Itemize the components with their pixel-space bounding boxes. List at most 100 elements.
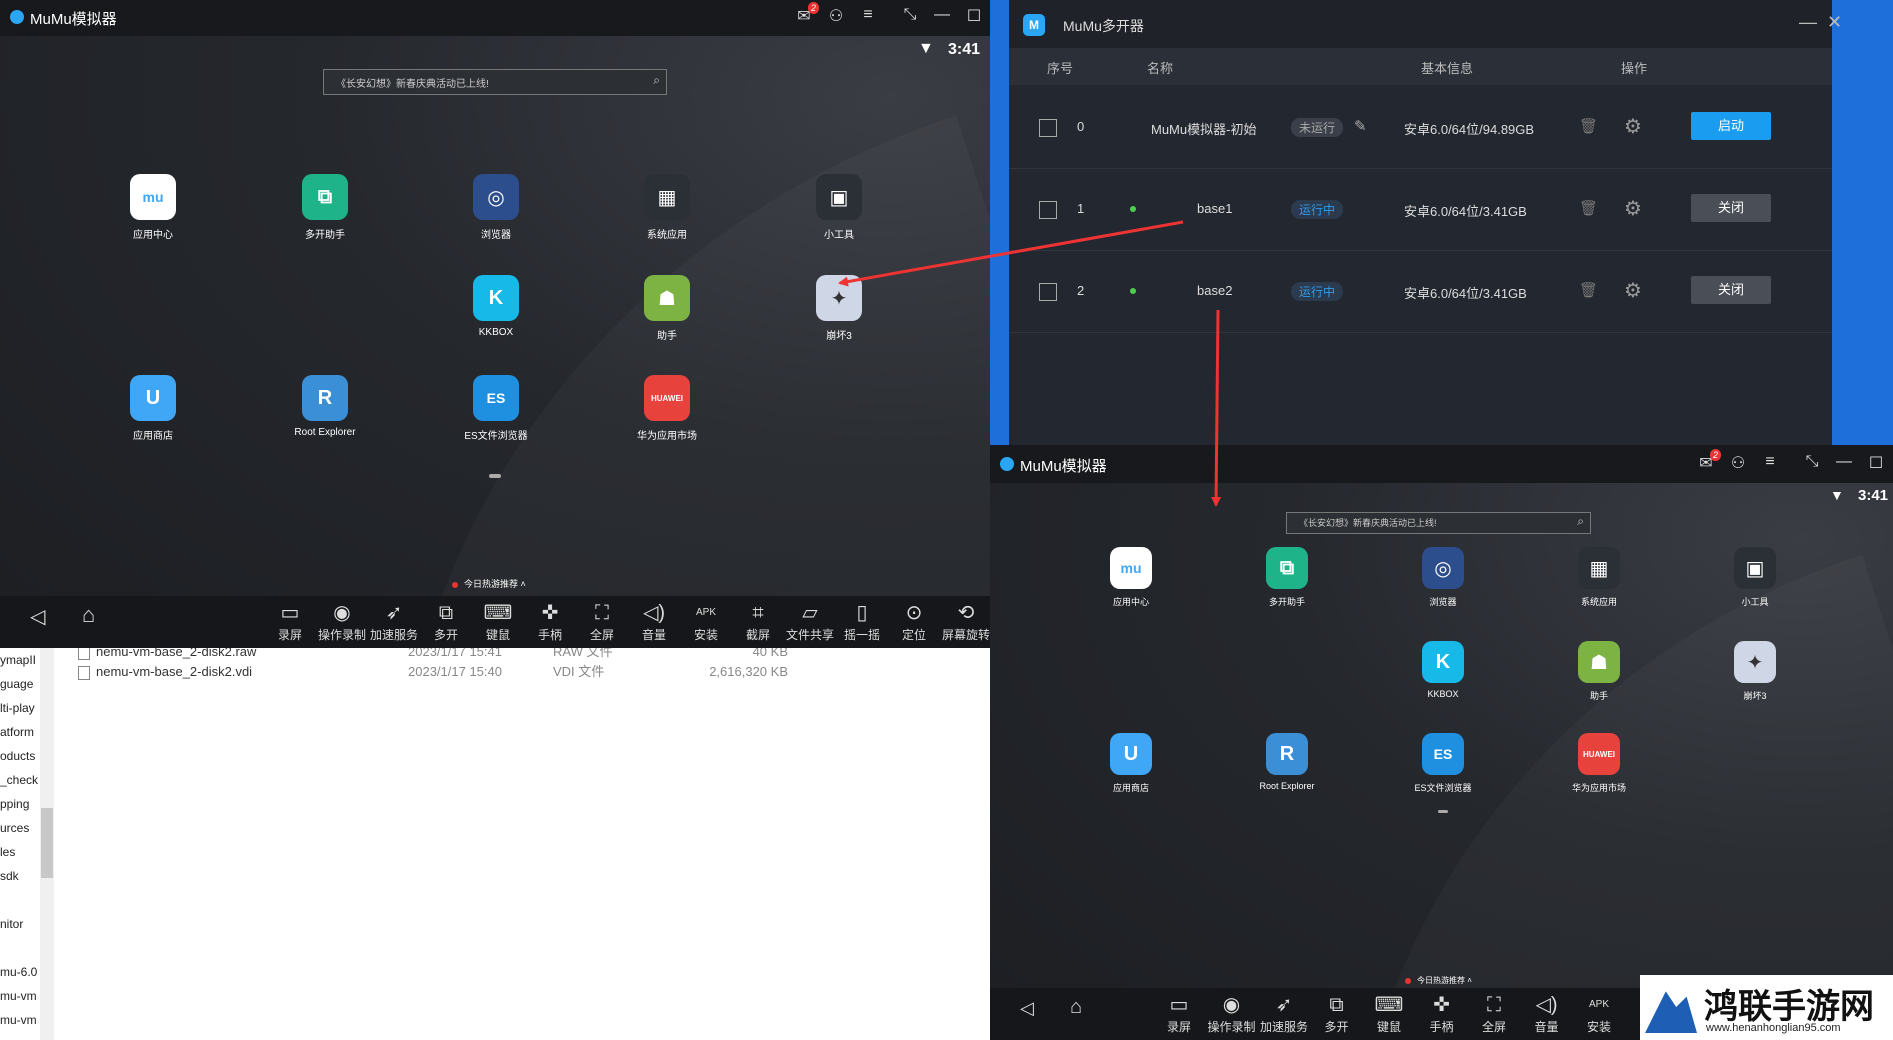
home-icon[interactable]: ⌂ [1070,996,1082,1019]
toolbar-macro-record-button[interactable]: ◉ 操作录制 [315,600,369,648]
folder-tree-item[interactable]: nitor [0,912,40,936]
toolbar-apk-button[interactable]: APK 安装 [679,600,733,648]
app-compass[interactable]: ◎ 浏览器 [1388,547,1498,608]
instance-checkbox[interactable] [1039,201,1057,219]
maximize-icon[interactable]: ☐ [965,6,983,26]
window-shrink-icon[interactable]: ⤡ [1803,453,1821,473]
window-shrink-icon[interactable]: ⤡ [901,6,919,26]
app-tools[interactable]: ▣ 小工具 [784,174,894,241]
file-row[interactable]: nemu-vm-base_2-disk2.raw 2023/1/17 15:41 R… [78,648,788,662]
toolbar-macro-record-button[interactable]: ◉ 操作录制 [1205,992,1259,1040]
app-root-explorer[interactable]: R Root Explorer [270,375,380,438]
trash-icon[interactable]: 🗑︎ [1579,117,1598,135]
folder-tree-item[interactable]: atform [0,720,40,744]
toolbar-gamepad-button[interactable]: ✜ 手柄 [523,600,577,648]
start-instance-button[interactable]: 启动 [1691,112,1771,140]
search-icon[interactable]: ⌕ [1577,514,1584,529]
folder-tree-item[interactable]: mu-6.0 [0,960,40,984]
folder-tree-item[interactable]: sdk [0,864,40,888]
app-kkbox[interactable]: K KKBOX [1388,641,1498,699]
app-multi-open[interactable]: ⧉ 多开助手 [1232,547,1342,608]
search-icon[interactable]: ⌕ [653,73,660,88]
folder-tree-item[interactable]: ymapII [0,648,40,672]
folder-tree-item[interactable]: lti-play [0,696,40,720]
folder-tree-item[interactable]: pping [0,792,40,816]
toolbar-crop-button[interactable]: ⌗ 截屏 [731,600,785,648]
minimize-icon[interactable]: — [1835,453,1853,473]
close-icon[interactable]: ✕ [1827,12,1842,33]
app-app-center[interactable]: mu 应用中心 [98,174,208,241]
toolbar-location-button[interactable]: ⊙ 定位 [887,600,941,648]
menu-icon[interactable]: ≡ [1761,453,1779,473]
toolbar-keyboard-button[interactable]: ⌨ 键鼠 [471,600,525,648]
toolbar-multi-button[interactable]: ⧉ 多开 [419,600,473,648]
search-input[interactable]: 《长安幻想》新春庆典活动已上线! ⌕ [323,69,667,95]
user-icon[interactable]: ⚇ [1729,453,1747,473]
gear-icon[interactable]: ⚙ [1624,196,1642,221]
search-input[interactable]: 《长安幻想》新春庆典活动已上线! ⌕ [1286,512,1591,534]
toolbar-rocket-button[interactable]: ➶ 加速服务 [367,600,421,648]
instance-checkbox[interactable] [1039,119,1057,137]
app-kkbox[interactable]: K KKBOX [441,275,551,338]
back-icon[interactable]: ◁ [1020,998,1034,1019]
app-es-explorer[interactable]: ES ES文件浏览器 [1388,733,1498,794]
folder-tree-item[interactable]: _check [0,768,40,792]
toolbar-rocket-button[interactable]: ➶ 加速服务 [1257,992,1311,1040]
scrollbar-thumb[interactable] [41,808,53,878]
minimize-icon[interactable]: — [1799,12,1817,33]
toolbar-multi-button[interactable]: ⧉ 多开 [1310,992,1364,1040]
app-android[interactable]: ☗ 助手 [1544,641,1654,702]
toolbar-volume-button[interactable]: ◁) 音量 [627,600,681,648]
toolbar-fullscreen-button[interactable]: ⛶ 全屏 [1467,992,1521,1040]
minimize-icon[interactable]: — [933,6,951,26]
home-icon[interactable]: ⌂ [82,602,95,628]
recommend-bar[interactable]: 今日热游推荐 ˄ [1405,975,1472,986]
app-android[interactable]: ☗ 助手 [612,275,722,342]
user-icon[interactable]: ⚇ [827,6,845,26]
close-instance-button[interactable]: 关闭 [1691,276,1771,304]
trash-icon[interactable]: 🗑︎ [1579,281,1598,299]
mail-icon[interactable]: ✉ 2 [1697,449,1721,473]
folder-tree-item[interactable]: mu-vm [0,1008,40,1032]
app-root-explorer[interactable]: R Root Explorer [1232,733,1342,791]
folder-tree-item[interactable]: mu-vm [0,984,40,1008]
app-tools[interactable]: ▣ 小工具 [1700,547,1810,608]
toolbar-shake-button[interactable]: ▯ 摇一摇 [835,600,889,648]
app-compass[interactable]: ◎ 浏览器 [441,174,551,241]
app-app-store[interactable]: U 应用商店 [1076,733,1186,794]
app-huawei[interactable]: HUAWEI 华为应用市场 [612,375,722,442]
toolbar-folder-button[interactable]: ▱ 文件共享 [783,600,837,648]
app-honkai[interactable]: ✦ 崩坏3 [1700,641,1810,702]
app-app-store[interactable]: U 应用商店 [98,375,208,442]
mail-icon[interactable]: ✉ 2 [795,2,819,26]
menu-icon[interactable]: ≡ [859,6,877,26]
gear-icon[interactable]: ⚙ [1624,278,1642,303]
app-app-center[interactable]: mu 应用中心 [1076,547,1186,608]
toolbar-rotate-button[interactable]: ⟲ 屏幕旋转 [939,600,990,648]
file-row[interactable]: nemu-vm-base_2-disk2.vdi 2023/1/17 15:40 V… [78,662,788,682]
instance-checkbox[interactable] [1039,283,1057,301]
app-multi-open[interactable]: ⧉ 多开助手 [270,174,380,241]
toolbar-apk-button[interactable]: APK 安装 [1572,992,1626,1040]
app-system-apps[interactable]: ▦ 系统应用 [612,174,722,241]
toolbar-fullscreen-button[interactable]: ⛶ 全屏 [575,600,629,648]
toolbar-gamepad-button[interactable]: ✜ 手柄 [1415,992,1469,1040]
edit-icon[interactable]: ✎ [1354,117,1367,135]
folder-tree-item[interactable] [0,936,40,960]
maximize-icon[interactable]: ☐ [1867,453,1885,473]
trash-icon[interactable]: 🗑︎ [1579,199,1598,217]
folder-tree-item[interactable]: guage [0,672,40,696]
app-es-explorer[interactable]: ES ES文件浏览器 [441,375,551,442]
app-honkai[interactable]: ✦ 崩坏3 [784,275,894,342]
toolbar-volume-button[interactable]: ◁) 音量 [1520,992,1574,1040]
close-instance-button[interactable]: 关闭 [1691,194,1771,222]
folder-tree-item[interactable]: oducts [0,744,40,768]
toolbar-record-button[interactable]: ▭ 录屏 [263,600,317,648]
gear-icon[interactable]: ⚙ [1624,114,1642,139]
toolbar-keyboard-button[interactable]: ⌨ 键鼠 [1362,992,1416,1040]
folder-tree-item[interactable]: urces [0,816,40,840]
folder-tree-item[interactable] [0,888,40,912]
toolbar-record-button[interactable]: ▭ 录屏 [1152,992,1206,1040]
app-huawei[interactable]: HUAWEI 华为应用市场 [1544,733,1654,794]
folder-tree-item[interactable]: les [0,840,40,864]
